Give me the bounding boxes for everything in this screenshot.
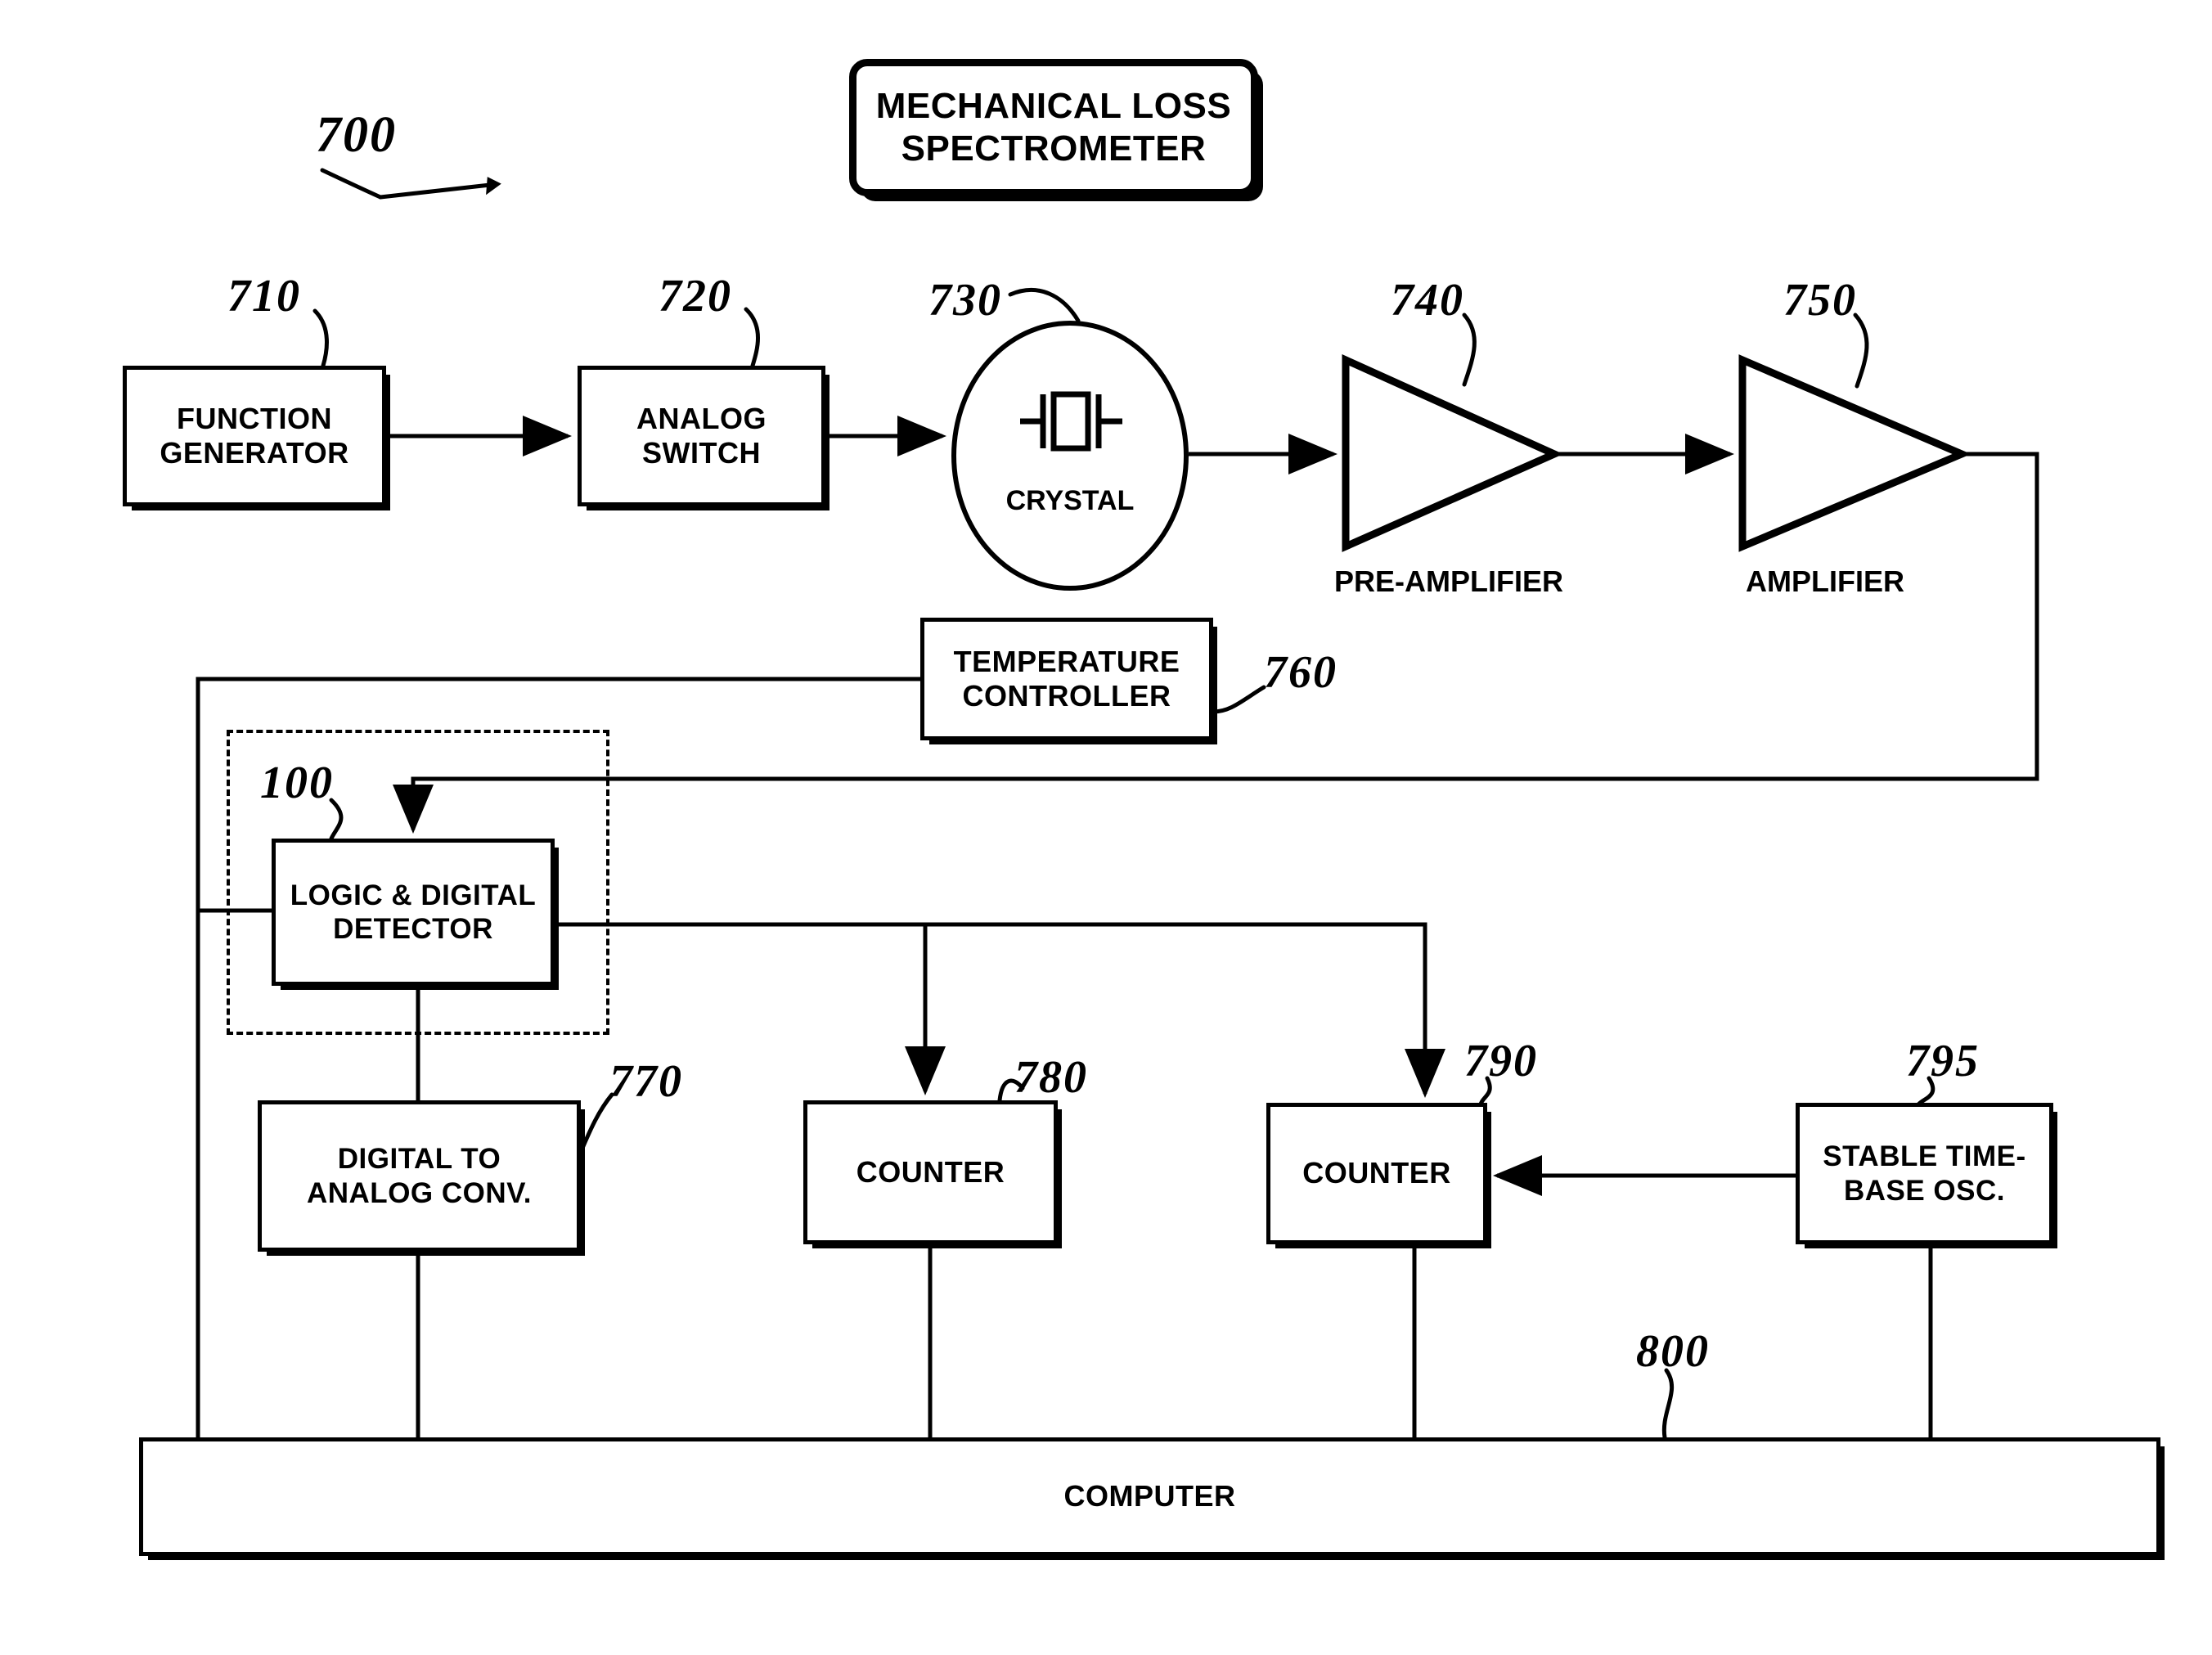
block-logic-digital-detector: LOGIC & DIGITAL DETECTOR (272, 839, 555, 986)
reference-numeral-730: 730 (928, 275, 1002, 326)
timebase-label-line-1: STABLE TIME- (1823, 1140, 2026, 1173)
counter-1-label: COUNTER (856, 1154, 1005, 1189)
block-crystal (951, 321, 1189, 591)
block-analog-switch: ANALOG SWITCH (578, 366, 825, 506)
wire-logic-to-counter-2 (925, 922, 1445, 1098)
pre-amplifier-label: PRE-AMPLIFIER (1334, 564, 1564, 598)
reference-numeral-740: 740 (1391, 275, 1464, 326)
reference-numeral-795: 795 (1906, 1036, 1980, 1086)
reference-numeral-780: 780 (1014, 1052, 1088, 1103)
reference-numeral-760: 760 (1264, 647, 1338, 698)
function-generator-label-line-1: FUNCTION (177, 401, 332, 435)
symbol-pre-amplifier-triangle (1342, 354, 1564, 552)
leader-770 (578, 1092, 614, 1154)
leader-740 (1462, 313, 1477, 387)
logic-detector-label-line-2: DETECTOR (333, 913, 493, 945)
reference-numeral-770: 770 (609, 1056, 683, 1107)
leader-700-arrowhead (378, 177, 501, 200)
amplifier-label: AMPLIFIER (1746, 564, 1904, 598)
leader-700-arrow-shaft (320, 168, 383, 200)
reference-numeral-750: 750 (1783, 275, 1857, 326)
block-computer: COMPUTER (139, 1437, 2160, 1556)
figure-title-box: MECHANICAL LOSS SPECTROMETER (849, 59, 1258, 196)
symbol-amplifier-triangle (1738, 354, 1971, 552)
crystal-label: CRYSTAL (1005, 485, 1135, 516)
analog-switch-label-line-2: SWITCH (642, 436, 761, 470)
function-generator-label-line-2: GENERATOR (160, 436, 349, 470)
temperature-controller-label-line-1: TEMPERATURE (953, 644, 1180, 678)
temperature-controller-label-line-2: CONTROLLER (962, 679, 1171, 713)
counter-2-label: COUNTER (1302, 1156, 1451, 1190)
figure-title-line-2: SPECTROMETER (901, 128, 1207, 169)
block-counter-1: COUNTER (803, 1100, 1058, 1244)
leader-710 (312, 308, 329, 368)
reference-numeral-710: 710 (227, 271, 301, 322)
computer-label: COMPUTER (1063, 1479, 1236, 1513)
reference-numeral-800: 800 (1636, 1326, 1710, 1377)
block-stable-timebase-oscillator: STABLE TIME- BASE OSC. (1796, 1103, 2053, 1244)
leader-760 (1211, 685, 1266, 714)
timebase-label-line-2: BASE OSC. (1843, 1174, 2006, 1207)
logic-detector-label-line-1: LOGIC & DIGITAL (290, 879, 537, 911)
leader-800 (1661, 1368, 1675, 1440)
patent-figure-canvas: 700 MECHANICAL LOSS SPECTROMETER FUNCTIO… (0, 0, 2212, 1655)
wire-amp-to-logic-detector (393, 452, 2039, 834)
dac-label-line-2: ANALOG CONV. (306, 1176, 532, 1209)
block-counter-2: COUNTER (1266, 1103, 1487, 1244)
block-temperature-controller: TEMPERATURE CONTROLLER (920, 618, 1213, 740)
reference-numeral-100: 100 (260, 758, 334, 808)
reference-numeral-790: 790 (1464, 1036, 1538, 1086)
reference-numeral-720: 720 (659, 271, 732, 322)
block-digital-to-analog-converter: DIGITAL TO ANALOG CONV. (258, 1100, 581, 1252)
leader-750 (1853, 313, 1869, 389)
block-function-generator: FUNCTION GENERATOR (123, 366, 386, 506)
leader-720 (744, 307, 760, 368)
analog-switch-label-line-1: ANALOG (636, 401, 767, 435)
leader-730 (1008, 287, 1081, 323)
reference-numeral-700: 700 (316, 107, 397, 163)
dac-label-line-1: DIGITAL TO (337, 1143, 501, 1176)
figure-title-line-1: MECHANICAL LOSS (875, 86, 1232, 127)
